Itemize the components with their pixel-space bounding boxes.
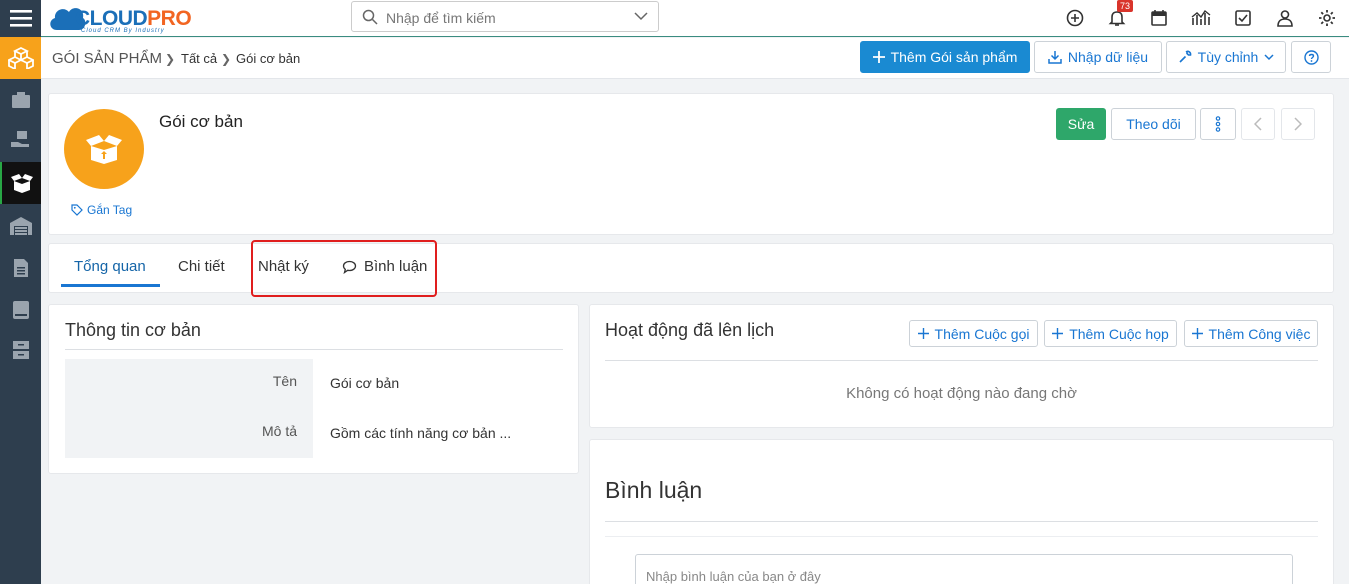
plus-icon (917, 328, 929, 339)
plus-icon (1191, 328, 1203, 339)
panel-title: Thông tin cơ bản (65, 320, 201, 340)
record-tabs: Tổng quan Chi tiết Nhật ký Bình luận (48, 243, 1334, 293)
breadcrumb-current: Gói cơ bản (236, 51, 301, 66)
comments-panel: Bình luận Nhập bình luận của bạn ở đây (589, 439, 1334, 584)
reports-button[interactable] (1190, 7, 1212, 29)
sidebar-item-modules[interactable] (0, 37, 41, 79)
chart-line-icon (1191, 9, 1211, 25)
user-profile-button[interactable] (1274, 7, 1296, 29)
notification-count-badge: 73 (1117, 0, 1134, 12)
divider (605, 360, 1318, 361)
comment-box-frame (605, 536, 1318, 537)
calendar-button[interactable] (1148, 7, 1170, 29)
plus-circle-icon (1066, 9, 1084, 27)
tab-overview[interactable]: Tổng quan (74, 258, 146, 275)
sidebar-item-books[interactable] (0, 290, 41, 330)
book-icon (12, 301, 29, 319)
cubes-icon (7, 47, 34, 69)
previous-record-button[interactable] (1241, 108, 1275, 140)
warehouse-icon (9, 217, 32, 235)
menu-toggle-button[interactable] (0, 0, 41, 36)
field-value-name: Gói cơ bản (330, 375, 400, 391)
help-button[interactable] (1291, 41, 1331, 73)
open-box-icon (10, 174, 33, 193)
field-value-description: Gồm các tính năng cơ bản ... (330, 425, 512, 441)
plus-icon (1052, 328, 1064, 339)
logo[interactable]: CLOUDPRO Cloud CRM By Industry (47, 2, 207, 34)
chevron-right-icon: ❯ (165, 52, 176, 66)
box-icon (11, 92, 30, 108)
empty-activities-message: Không có hoạt động nào đang chờ (846, 385, 1077, 402)
import-data-button[interactable]: Nhập dữ liệu (1034, 41, 1162, 73)
search-icon (362, 9, 378, 25)
sidebar-item-product-packages[interactable] (0, 162, 41, 204)
logo-tagline: Cloud CRM By Industry (81, 28, 165, 34)
tab-details[interactable]: Chi tiết (178, 258, 225, 275)
sidebar-item-warehouse[interactable] (0, 206, 41, 246)
wrench-icon (1179, 50, 1191, 63)
topbar: CLOUDPRO Cloud CRM By Industry Nhập để t… (41, 0, 1349, 37)
hand-box-icon (10, 131, 29, 147)
add-call-button[interactable]: Thêm Cuộc gọi (909, 320, 1038, 347)
open-box-icon (86, 135, 122, 164)
add-task-button[interactable]: Thêm Công việc (1184, 320, 1318, 347)
document-icon (13, 259, 28, 277)
page-header: GÓI SẢN PHẨM ❯ Tất cả ❯ Gói cơ bản Thêm … (41, 38, 1349, 79)
checkbox-icon (1235, 10, 1251, 26)
gear-icon (1319, 10, 1335, 26)
comment-placeholder: Nhập bình luận của bạn ở đây (646, 569, 821, 584)
chevron-down-icon (1264, 53, 1274, 60)
panel-title: Bình luận (605, 477, 703, 503)
sidebar (0, 0, 41, 584)
add-meeting-button[interactable]: Thêm Cuộc họp (1044, 320, 1177, 347)
search-input[interactable]: Nhập để tìm kiếm (351, 1, 659, 32)
sidebar-item-documents[interactable] (0, 248, 41, 288)
comment-input[interactable]: Nhập bình luận của bạn ở đây (635, 554, 1293, 584)
customize-dropdown-button[interactable]: Tùy chỉnh (1166, 41, 1286, 73)
logo-main: CLOUD (75, 7, 148, 30)
active-tab-indicator (61, 284, 160, 287)
next-record-button[interactable] (1281, 108, 1315, 140)
chevron-down-icon[interactable] (634, 11, 648, 21)
plus-icon (872, 51, 885, 63)
highlight-box (251, 240, 437, 297)
divider (65, 349, 563, 350)
record-title: Gói cơ bản (159, 112, 243, 131)
chevron-left-icon (1254, 117, 1262, 131)
panel-title: Hoạt động đã lên lịch (605, 320, 775, 340)
tasks-button[interactable] (1232, 7, 1254, 29)
breadcrumb-module[interactable]: GÓI SẢN PHẨM (52, 50, 162, 67)
archive-icon (12, 341, 29, 359)
sidebar-item-products[interactable] (0, 80, 41, 120)
download-icon (1048, 51, 1062, 64)
calendar-icon (1151, 10, 1167, 26)
add-button[interactable] (1064, 7, 1086, 29)
hamburger-icon (9, 10, 32, 27)
record-summary-card: Gói cơ bản Gắn Tag Sửa Theo dõi (48, 93, 1334, 235)
add-tag-link[interactable]: Gắn Tag (71, 203, 132, 217)
sidebar-item-inventory[interactable] (0, 120, 41, 160)
follow-button[interactable]: Theo dõi (1111, 108, 1196, 140)
sidebar-item-archive[interactable] (0, 330, 41, 370)
user-icon (1277, 10, 1293, 27)
tag-icon (71, 204, 83, 216)
chevron-right-icon: ❯ (221, 52, 232, 66)
chevron-right-icon (1294, 117, 1302, 131)
settings-button[interactable] (1316, 7, 1338, 29)
field-label-name: Tên (272, 373, 297, 389)
scheduled-activities-panel: Hoạt động đã lên lịch Thêm Cuộc gọi Thêm… (589, 304, 1334, 428)
avatar (64, 109, 144, 189)
field-label-description: Mô tả (261, 423, 297, 439)
search-placeholder: Nhập để tìm kiếm (386, 10, 496, 26)
add-package-button[interactable]: Thêm Gói sản phẩm (860, 41, 1030, 73)
more-actions-button[interactable] (1200, 108, 1236, 140)
question-circle-icon (1303, 49, 1319, 65)
basic-info-panel: Thông tin cơ bản Tên Gói cơ bản Mô tả Gồ… (48, 304, 579, 474)
vertical-dots-icon (1215, 116, 1221, 132)
edit-button[interactable]: Sửa (1056, 108, 1106, 140)
divider (605, 521, 1318, 522)
breadcrumb-all[interactable]: Tất cả (181, 51, 217, 66)
logo-accent: PRO (147, 7, 192, 30)
